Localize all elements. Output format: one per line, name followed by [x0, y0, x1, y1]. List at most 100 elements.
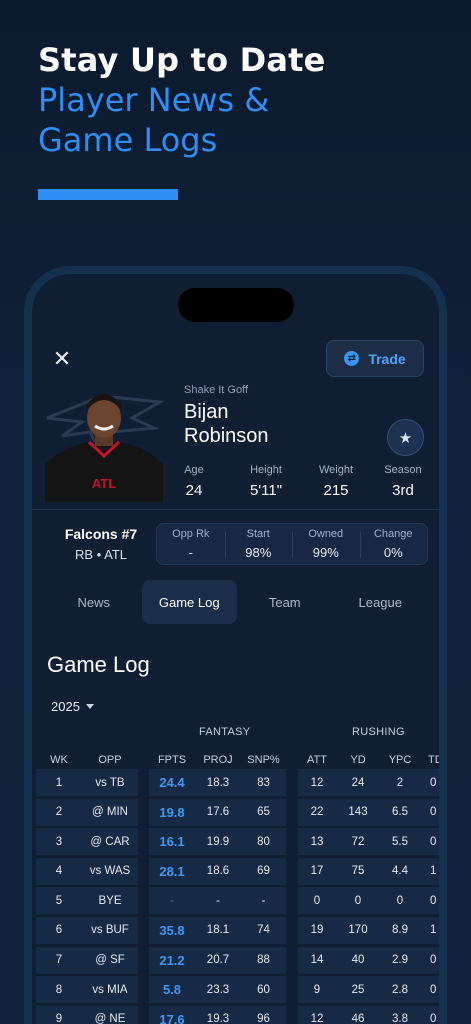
cell-wk: 6 [55, 924, 63, 937]
tab-team[interactable]: Team [237, 580, 333, 624]
cell-proj: 19.9 [206, 835, 230, 848]
cell-ypc: 2 [396, 776, 404, 789]
col-header-att[interactable]: ATT [298, 754, 336, 766]
cell-att: 17 [310, 865, 324, 878]
hero-subtitle-line2: Game Logs [38, 121, 218, 159]
season-dropdown[interactable]: 2025 [51, 699, 94, 714]
table-row[interactable]: 1 vs TB 24.4 18.3 83 12 24 2 0 [32, 769, 439, 799]
col-header-proj[interactable]: PROJ [195, 754, 241, 766]
cell-opp: @ CAR [90, 835, 130, 848]
cell-wk: 7 [55, 954, 63, 967]
svg-text:ATL: ATL [92, 476, 116, 491]
tab-league[interactable]: League [333, 580, 429, 624]
cell-ypc: 4.4 [392, 865, 408, 878]
cell-wk: 2 [55, 806, 63, 819]
col-header-yd[interactable]: YD [336, 754, 380, 766]
cell-proj: - [216, 894, 220, 907]
trade-button[interactable]: ⇄ Trade [326, 340, 424, 377]
table-row[interactable]: 7 @ SF 21.2 20.7 88 14 40 2.9 0 [32, 946, 439, 977]
hero-title: Stay Up to Date [38, 41, 326, 79]
stat-owned: Owned 99% [292, 528, 360, 560]
cell-td: 0 [430, 1013, 437, 1024]
cell-wk: 5 [55, 894, 63, 907]
col-header-td[interactable]: TD [428, 754, 439, 766]
phone-frame: ✕ ⇄ Trade ATL Shake It Goff Bijan Robins… [24, 266, 447, 1024]
bio-age: Age 24 [184, 464, 204, 499]
col-header-fpts[interactable]: FPTS [149, 754, 195, 766]
cell-opp: vs WAS [89, 865, 131, 878]
cell-att: 12 [310, 1013, 324, 1024]
cell-snp: 88 [257, 954, 270, 967]
player-name: Bijan Robinson [184, 400, 269, 448]
cell-td: 0 [430, 806, 437, 819]
col-header-opp[interactable]: OPP [82, 754, 138, 766]
trade-label: Trade [368, 350, 406, 367]
cell-fpts: - [170, 894, 174, 907]
cell-fpts: 17.6 [159, 1011, 185, 1024]
tab-game-log[interactable]: Game Log [141, 580, 237, 624]
stat-opp-rank: Opp Rk - [172, 528, 210, 560]
cell-td: 1 [430, 865, 437, 878]
cell-att: 19 [310, 924, 324, 937]
col-header-ypc[interactable]: YPC [380, 754, 420, 766]
player-headshot: ATL [45, 394, 163, 502]
cell-snp: 80 [257, 835, 270, 848]
cell-wk: 9 [55, 1013, 63, 1024]
cell-td: 0 [430, 983, 437, 996]
season-value: 2025 [51, 699, 80, 714]
cell-proj: 19.3 [206, 1013, 230, 1024]
cell-td: 0 [430, 835, 437, 848]
chevron-down-icon [85, 704, 94, 709]
cell-opp: BYE [98, 894, 122, 907]
cell-yd: 75 [351, 865, 365, 878]
table-row[interactable]: 5 BYE - - - 0 0 0 0 [32, 887, 439, 917]
close-button[interactable]: ✕ [51, 346, 73, 371]
position-team: RB • ATL [75, 547, 127, 562]
table-row[interactable]: 9 @ NE 17.6 19.3 96 12 46 3.8 0 [32, 1005, 439, 1024]
bio-season: Season 3rd [384, 464, 422, 499]
cell-fpts: 19.8 [159, 804, 185, 820]
hero-underline [38, 189, 178, 200]
cell-opp: vs MIA [92, 983, 128, 996]
table-row[interactable]: 6 vs BUF 35.8 18.1 74 19 170 8.9 1 [32, 916, 439, 947]
cell-ypc: 5.5 [392, 835, 408, 848]
cell-td: 0 [430, 954, 437, 967]
table-row[interactable]: 2 @ MIN 19.8 17.6 65 22 143 6.5 0 [32, 798, 439, 829]
table-row[interactable]: 8 vs MIA 5.8 23.3 60 9 25 2.8 0 [32, 976, 439, 1006]
cell-snp: 60 [257, 983, 270, 996]
cell-snp: 69 [257, 865, 270, 878]
group-header-fantasy: FANTASY [199, 726, 251, 738]
player-tabs: News Game Log Team League [46, 580, 428, 624]
cell-yd: 25 [351, 983, 365, 996]
cell-att: 12 [310, 776, 324, 789]
cell-fpts: 24.4 [159, 775, 185, 790]
header-divider [32, 509, 439, 510]
col-header-snp[interactable]: SNP% [241, 754, 286, 766]
col-header-wk[interactable]: WK [36, 754, 82, 766]
cell-proj: 18.3 [206, 776, 230, 789]
group-header-rushing: RUSHING [352, 726, 405, 738]
cell-snp: - [261, 894, 266, 907]
cell-att: 14 [310, 954, 324, 967]
jersey-label: Falcons #7 [64, 526, 138, 542]
cell-fpts: 35.8 [159, 922, 185, 938]
tab-news[interactable]: News [46, 580, 142, 624]
favorite-button[interactable]: ★ [387, 419, 424, 456]
cell-ypc: 2.8 [392, 983, 408, 996]
cell-opp: vs BUF [91, 924, 129, 937]
cell-yd: 24 [351, 776, 365, 789]
cell-ypc: 3.8 [392, 1013, 408, 1024]
cell-wk: 1 [55, 776, 63, 789]
cell-proj: 18.6 [206, 865, 230, 878]
cell-snp: 65 [257, 806, 270, 819]
close-icon: ✕ [52, 346, 72, 371]
cell-proj: 17.6 [206, 806, 230, 819]
cell-yd: 46 [351, 1013, 365, 1024]
player-first-name: Bijan [184, 401, 229, 423]
cell-opp: vs TB [95, 776, 125, 789]
cell-yd: 143 [348, 806, 368, 819]
table-row[interactable]: 3 @ CAR 16.1 19.9 80 13 72 5.5 0 [32, 828, 439, 858]
table-row[interactable]: 4 vs WAS 28.1 18.6 69 17 75 4.4 1 [32, 857, 439, 888]
cell-yd: 0 [354, 894, 362, 907]
cell-att: 13 [310, 835, 324, 848]
